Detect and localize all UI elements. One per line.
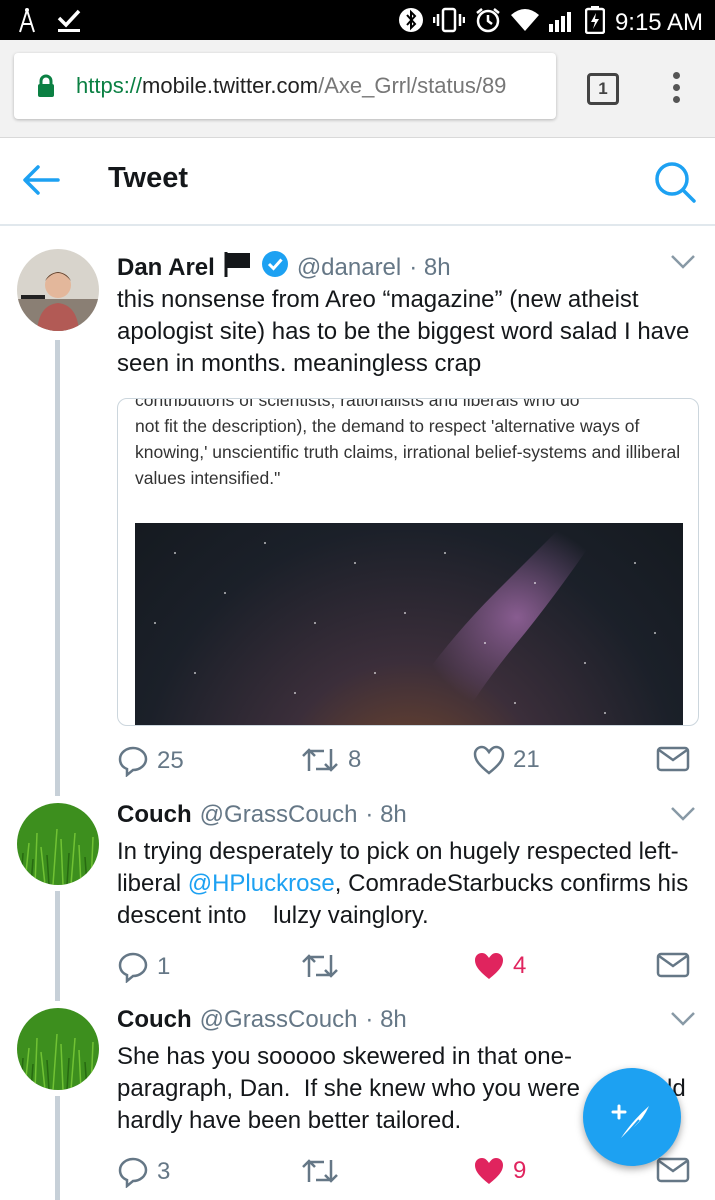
author-handle[interactable]: @GrassCouch — [200, 1006, 358, 1034]
heart-filled-icon — [475, 953, 503, 979]
compose-tweet-button[interactable] — [583, 1068, 681, 1166]
envelope-icon — [656, 952, 690, 978]
status-right-icons: 9:15 AM — [398, 6, 703, 39]
direct-message-button[interactable] — [656, 745, 690, 773]
tweet-actions: 1 4 — [117, 951, 697, 991]
tweet-header: Dan Arel @danarel · 8h — [117, 250, 451, 285]
status-time: 9:15 AM — [614, 8, 703, 36]
url-bar[interactable]: https://mobile.twitter.com/Axe_Grrl/stat… — [14, 53, 556, 119]
alarm-icon — [475, 7, 501, 38]
author-name[interactable]: Dan Arel — [117, 254, 215, 282]
tweet-thread: Dan Arel @danarel · 8h this nonsense fro… — [0, 226, 715, 1200]
flag-icon — [223, 250, 253, 285]
search-icon[interactable] — [653, 160, 697, 209]
author-name[interactable]: Couch — [117, 1006, 192, 1034]
thread-connector — [55, 891, 60, 1001]
tweet-couch-1[interactable]: Couch @GrassCouch · 8h In trying despera… — [0, 796, 715, 1001]
retweet-button[interactable] — [300, 951, 348, 981]
page-title: Tweet — [108, 162, 189, 194]
author-handle[interactable]: @danarel — [297, 254, 401, 282]
tab-switcher-button[interactable]: 1 — [587, 73, 619, 105]
status-bar: 9:15 AM — [0, 0, 715, 40]
signal-tower-icon — [16, 6, 38, 39]
reply-button[interactable]: 3 — [117, 1156, 170, 1188]
retweet-button[interactable] — [300, 1156, 348, 1186]
download-check-icon — [56, 7, 82, 38]
avatar[interactable] — [17, 1008, 99, 1090]
envelope-icon — [656, 746, 690, 772]
tweet-header: Couch @GrassCouch · 8h — [117, 801, 407, 829]
direct-message-button[interactable] — [656, 951, 690, 979]
like-count: 4 — [513, 952, 527, 979]
card-quote-clipped-line: contributions of scientists, rationalist… — [135, 398, 580, 410]
tweet-text: In trying desperately to pick on hugely … — [117, 836, 697, 932]
cellular-icon — [548, 8, 575, 37]
media-card[interactable]: contributions of scientists, rationalist… — [117, 398, 699, 726]
tweet-time: · 8h — [409, 253, 451, 281]
reply-count: 25 — [157, 747, 184, 774]
app-header: Tweet — [0, 138, 715, 226]
like-button[interactable]: 21 — [473, 745, 540, 775]
reply-icon — [118, 952, 148, 983]
url-host: mobile.twitter.com — [142, 73, 319, 98]
tweet-dan-arel[interactable]: Dan Arel @danarel · 8h this nonsense fro… — [0, 226, 715, 796]
back-arrow-icon[interactable] — [22, 164, 60, 201]
chevron-down-icon[interactable] — [670, 254, 696, 275]
wifi-icon — [510, 9, 539, 36]
reply-count: 3 — [157, 1158, 171, 1185]
status-left-icons — [16, 6, 82, 39]
retweet-icon — [302, 748, 338, 772]
reply-button[interactable]: 1 — [117, 951, 170, 983]
tweet-actions: 25 8 21 — [117, 745, 697, 785]
reply-icon — [118, 746, 148, 777]
url-scheme: https:// — [76, 73, 143, 98]
chevron-down-icon[interactable] — [670, 806, 696, 827]
tweet-text: this nonsense from Areo “magazine” (new … — [117, 286, 690, 377]
card-quote-text: contributions of scientists, rationalist… — [135, 398, 685, 491]
compose-feather-icon — [611, 1104, 649, 1139]
url-path: /Axe_Grrl/status/89 — [318, 73, 507, 98]
like-button[interactable]: 4 — [473, 951, 526, 981]
battery-charging-icon — [584, 6, 606, 39]
lock-icon — [36, 74, 56, 103]
heart-icon — [473, 745, 505, 775]
verified-badge-icon — [261, 250, 289, 285]
tweet-header: Couch @GrassCouch · 8h — [117, 1006, 407, 1034]
card-quote-body: not fit the description), the demand to … — [135, 416, 681, 488]
like-count: 21 — [513, 746, 540, 773]
browser-menu-icon[interactable] — [665, 72, 687, 108]
heart-filled-icon — [475, 1158, 503, 1184]
browser-toolbar: https://mobile.twitter.com/Axe_Grrl/stat… — [0, 40, 715, 138]
tweet-text-part: paragraph, Dan. If she knew who you were — [117, 1075, 580, 1102]
avatar[interactable] — [17, 803, 99, 885]
thread-connector — [55, 1096, 60, 1200]
chevron-down-icon[interactable] — [670, 1011, 696, 1032]
bluetooth-icon — [398, 7, 423, 38]
retweet-icon — [302, 1159, 338, 1183]
thread-connector — [55, 340, 60, 796]
reply-button[interactable]: 25 — [117, 745, 184, 777]
author-handle[interactable]: @GrassCouch — [200, 801, 358, 829]
reply-count: 1 — [157, 953, 171, 980]
vibrate-icon — [432, 7, 466, 38]
retweet-icon — [302, 954, 338, 978]
mention-link[interactable]: @HPluckrose — [188, 870, 335, 897]
starfield-image — [135, 523, 683, 725]
reply-icon — [118, 1157, 148, 1188]
author-name[interactable]: Couch — [117, 801, 192, 829]
url-text: https://mobile.twitter.com/Axe_Grrl/stat… — [76, 73, 506, 99]
tweet-time: · 8h — [365, 801, 407, 828]
retweet-button[interactable]: 8 — [300, 745, 361, 775]
avatar[interactable] — [17, 249, 99, 331]
like-count: 9 — [513, 1157, 527, 1184]
like-button[interactable]: 9 — [473, 1156, 526, 1186]
tweet-time: · 8h — [365, 1006, 407, 1033]
retweet-count: 8 — [348, 746, 362, 773]
